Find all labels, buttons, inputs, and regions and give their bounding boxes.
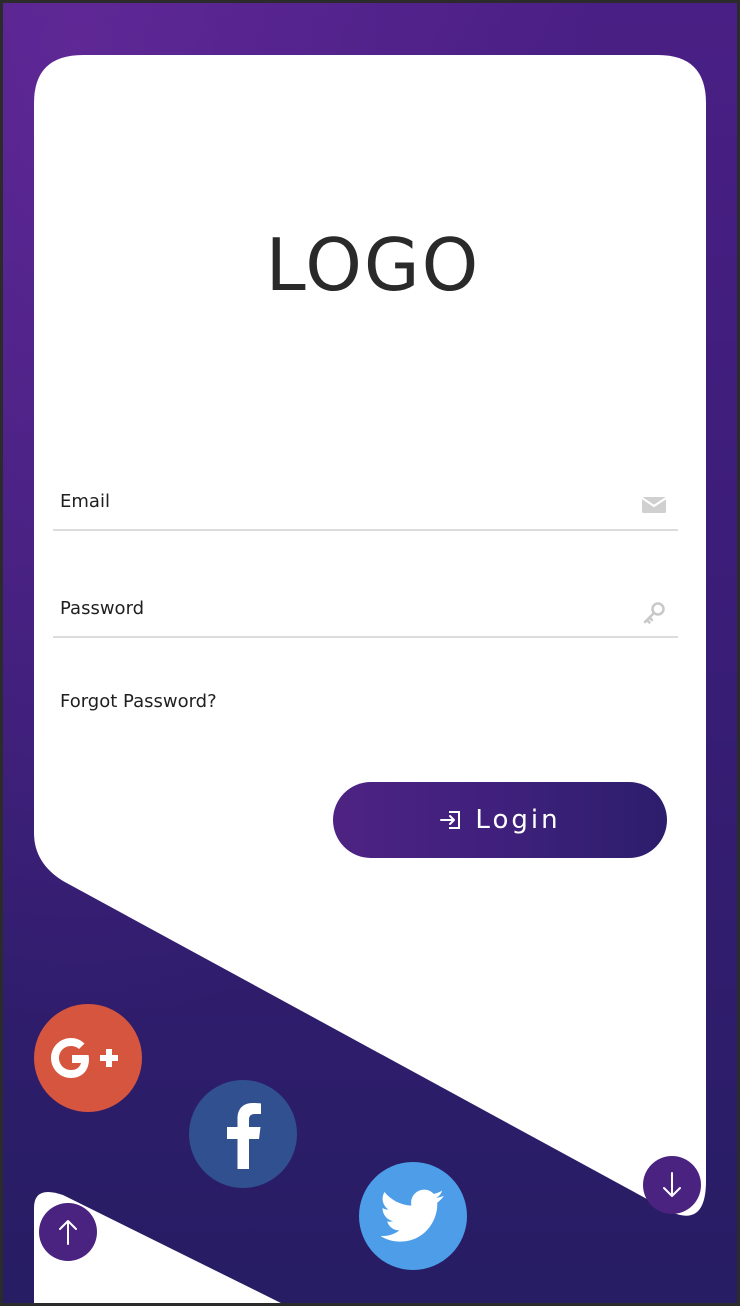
twitter-bird-icon — [381, 1189, 444, 1242]
password-field-underline — [53, 636, 678, 638]
sign-in-icon — [439, 809, 463, 831]
twitter-button[interactable] — [359, 1162, 467, 1270]
logo: LOGO — [265, 223, 481, 307]
facebook-icon — [227, 1103, 261, 1169]
facebook-button[interactable] — [189, 1080, 297, 1188]
scroll-down-button[interactable] — [643, 1156, 701, 1214]
email-label[interactable]: Email — [60, 491, 110, 512]
arrow-up-icon — [59, 1220, 77, 1245]
envelope-icon — [639, 490, 669, 520]
card-shapes — [34, 55, 706, 1303]
password-label[interactable]: Password — [60, 598, 144, 619]
scroll-up-button[interactable] — [39, 1203, 97, 1261]
email-field-underline — [53, 529, 678, 531]
forgot-password-link[interactable]: Forgot Password? — [60, 691, 217, 712]
phone-frame: LOGO Email Password Forgot Password? Log… — [0, 0, 740, 1306]
login-label: Login — [475, 805, 561, 835]
google-plus-button[interactable] — [34, 1004, 142, 1112]
arrow-down-icon — [663, 1172, 681, 1197]
login-button[interactable]: Login — [333, 782, 667, 858]
google-plus-icon — [51, 1038, 118, 1078]
key-icon — [639, 598, 669, 628]
